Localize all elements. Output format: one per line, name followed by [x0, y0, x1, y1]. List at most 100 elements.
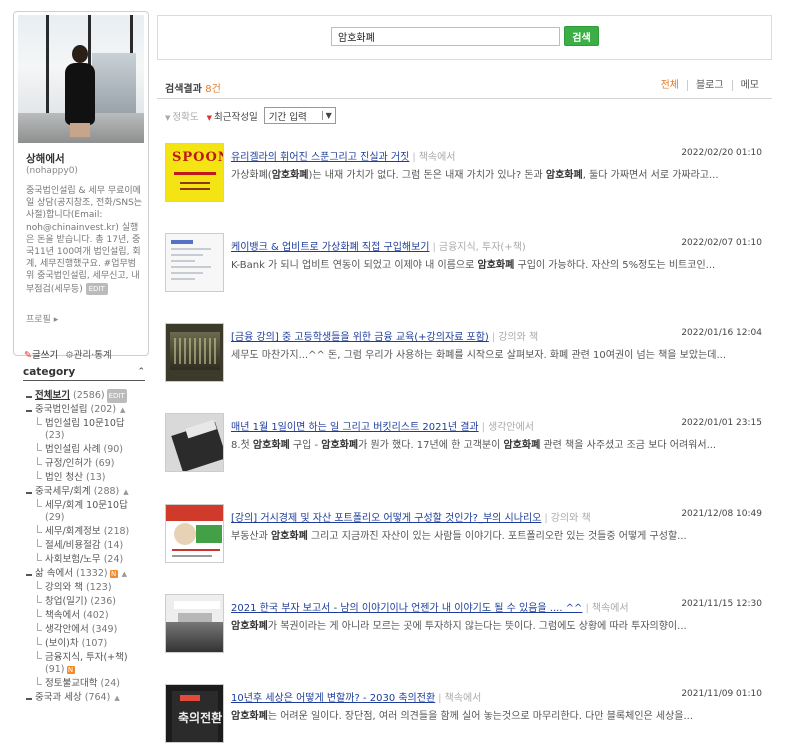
result-category[interactable]: 금융지식, 투자(+책)	[439, 242, 526, 253]
category-item-name[interactable]: 중국법인설립	[35, 404, 87, 415]
category-item[interactable]: 법인 청산 (13)	[23, 471, 145, 485]
result-category[interactable]: 책속에서	[592, 603, 629, 614]
category-item-name[interactable]: 중국세무/회계	[35, 486, 91, 497]
category-item[interactable]: (보이)차 (107)	[23, 637, 145, 651]
category-item-name[interactable]: 책속에서	[45, 610, 80, 621]
collapse-caret-icon[interactable]: ▲	[114, 694, 119, 702]
category-item-count: (29)	[45, 512, 65, 523]
category-item[interactable]: 법인설립 10문10답 (23)	[23, 417, 145, 443]
sort-bar: ▼ 정확도 ▼ 최근작성일 기간 입력 ▼	[165, 107, 336, 124]
category-item-name[interactable]: 사회보험/노무	[45, 554, 101, 565]
result-title-link[interactable]: [강의] 거시경제 및 자산 포트폴리오 어떻게 구성할 것인가?_부의 시나리…	[231, 513, 541, 524]
category-item-name[interactable]: 강의와 책	[45, 582, 83, 593]
screen-line	[171, 266, 211, 268]
sort-accuracy[interactable]: ▼ 정확도	[165, 109, 199, 123]
category-item-name[interactable]: 법인설립 사례	[45, 444, 100, 455]
category-item-name[interactable]: 생각안에서	[45, 624, 89, 635]
result-date: 2021/11/09 01:10	[681, 689, 762, 699]
write-post-link[interactable]: ✎글쓰기	[24, 350, 58, 361]
category-item[interactable]: 법인설립 사례 (90)	[23, 443, 145, 457]
category-item-name[interactable]: 정토불교대학	[45, 678, 97, 689]
category-item-count: (202)	[90, 404, 117, 415]
category-item[interactable]: 절세/비용절감 (14)	[23, 539, 145, 553]
profile-photo[interactable]	[18, 15, 144, 143]
search-button[interactable]: 검색	[564, 26, 599, 46]
result-category[interactable]: 생각안에서	[488, 422, 534, 433]
category-item[interactable]: 강의와 책 (123)	[23, 581, 145, 595]
category-item-name[interactable]: 금융지식, 투자(+책)	[45, 652, 128, 663]
tab-0[interactable]: 전체	[653, 80, 687, 91]
thumbnail-spoon-book-cover[interactable]: SPOON	[165, 143, 224, 202]
category-item[interactable]: 정토불교대학 (24)	[23, 677, 145, 691]
category-item[interactable]: 세무/회계정보 (218)	[23, 525, 145, 539]
tab-1[interactable]: 블로그	[686, 80, 732, 91]
category-item-name[interactable]: 세무/회계정보	[45, 526, 101, 537]
result-date: 2022/02/07 01:10	[681, 238, 762, 248]
category-item-name[interactable]: 세무/회계 10문10답	[45, 500, 128, 511]
results-divider	[157, 98, 772, 99]
period-select[interactable]: 기간 입력 ▼	[263, 107, 336, 124]
thumbnail-lecture-poster[interactable]	[165, 504, 224, 563]
thumbnail-lecture-screen[interactable]	[165, 323, 224, 382]
result-date: 2022/01/16 12:04	[681, 328, 762, 338]
result-title-line: 2021 한국 부자 보고서 - 남의 이야기이나 언젠가 내 이야기도 될 수…	[231, 599, 681, 614]
category-item[interactable]: 중국법인설립 (202) ▲	[23, 403, 145, 417]
result-category[interactable]: 책속에서	[419, 152, 456, 163]
triangle-down-icon: ▼	[206, 113, 213, 122]
edit-badge[interactable]: EDIT	[106, 389, 127, 403]
collapse-icon[interactable]: ⌃	[137, 367, 145, 377]
manage-link[interactable]: ⚙관리·통계	[65, 350, 112, 361]
result-category[interactable]: 강의와 책	[551, 513, 591, 524]
search-input[interactable]	[331, 27, 560, 46]
search-result-item: [금융 강의] 중 고등학생들을 위한 금융 교육(+강의자료 포함) | 강의와 …	[165, 323, 770, 383]
thumbnail-app-screenshot[interactable]	[165, 233, 224, 292]
result-excerpt: 8.첫 암호화폐 구입 - 암호화폐가 뭔가 했다. 17년에 한 고객분이 암…	[231, 440, 717, 451]
category-item-name[interactable]: 법인설립 10문10답	[45, 418, 125, 429]
thumbnail-report-seminar[interactable]	[165, 594, 224, 653]
category-item-name[interactable]: 규정/인허가	[45, 458, 92, 469]
category-item[interactable]: 중국과 세상 (764) ▲	[23, 691, 145, 705]
category-item[interactable]: 삶 속에서 (1332) N ▲	[23, 567, 145, 581]
category-item[interactable]: 창업(일기) (236)	[23, 595, 145, 609]
result-category[interactable]: 강의와 책	[498, 332, 538, 343]
category-item[interactable]: 생각안에서 (349)	[23, 623, 145, 637]
result-title-line: [금융 강의] 중 고등학생들을 위한 금융 교육(+강의자료 포함) | 강의와 …	[231, 328, 681, 343]
category-item[interactable]: 책속에서 (402)	[23, 609, 145, 623]
collapse-caret-icon[interactable]: ▲	[122, 570, 127, 578]
result-title-link[interactable]: 케이뱅크 & 업비트로 가상화폐 직접 구입해보기	[231, 242, 430, 253]
tab-2[interactable]: 메모	[731, 80, 767, 91]
result-tabs: 전체 블로그 메모	[653, 80, 767, 91]
profile-link[interactable]: 프로필 ▸	[26, 312, 58, 325]
result-title-link[interactable]: [금융 강의] 중 고등학생들을 위한 금융 교육(+강의자료 포함)	[231, 332, 489, 343]
result-title-link[interactable]: 10년후 세상은 어떻게 변할까? - 2030 축의전환	[231, 693, 435, 704]
category-item-name[interactable]: 창업(일기)	[45, 596, 87, 607]
category-item-count: (90)	[103, 444, 124, 455]
category-item-name[interactable]: 중국과 세상	[35, 692, 82, 703]
city-view	[92, 53, 136, 113]
category-item[interactable]: 중국세무/회계 (288) ▲	[23, 485, 145, 499]
result-category[interactable]: 책속에서	[445, 693, 482, 704]
category-item[interactable]: 규정/인허가 (69)	[23, 457, 145, 471]
screen-content	[174, 338, 216, 364]
result-title-link[interactable]: 유리겔라의 휘어진 스푼그리고 진실과 거짓	[231, 152, 409, 163]
thumbnail-book-2030[interactable]: 축의전환	[165, 684, 224, 743]
collapse-caret-icon[interactable]: ▲	[120, 406, 125, 414]
category-item[interactable]: 세무/회계 10문10답 (29)	[23, 499, 145, 525]
category-item-count: (23)	[45, 430, 65, 441]
category-item-name[interactable]: 법인 청산	[45, 472, 83, 483]
edit-badge[interactable]: EDIT	[85, 282, 108, 295]
result-title-link[interactable]: 2021 한국 부자 보고서 - 남의 이야기이나 언젠가 내 이야기도 될 수…	[231, 603, 582, 614]
category-item[interactable]: 사회보험/노무 (24)	[23, 553, 145, 567]
sort-recent[interactable]: ▼ 최근작성일	[207, 109, 258, 123]
result-title-link[interactable]: 매년 1월 1일이면 하는 일 그리고 버킷리스트 2021년 결과	[231, 422, 479, 433]
category-item-name[interactable]: 삶 속에서	[35, 568, 73, 579]
collapse-caret-icon[interactable]: ▲	[123, 488, 128, 496]
thumbnail-book-photo[interactable]	[165, 413, 224, 472]
category-item-name[interactable]: 절세/비용절감	[45, 540, 101, 551]
category-item-name[interactable]: (보이)차	[45, 638, 79, 649]
screen-line	[171, 254, 203, 256]
category-item-name[interactable]: 전체보기	[35, 390, 70, 401]
category-item[interactable]: 전체보기 (2586) EDIT	[23, 389, 145, 403]
blog-name[interactable]: 상해에서	[26, 151, 65, 166]
category-item[interactable]: 금융지식, 투자(+책) (91) N	[23, 651, 145, 677]
